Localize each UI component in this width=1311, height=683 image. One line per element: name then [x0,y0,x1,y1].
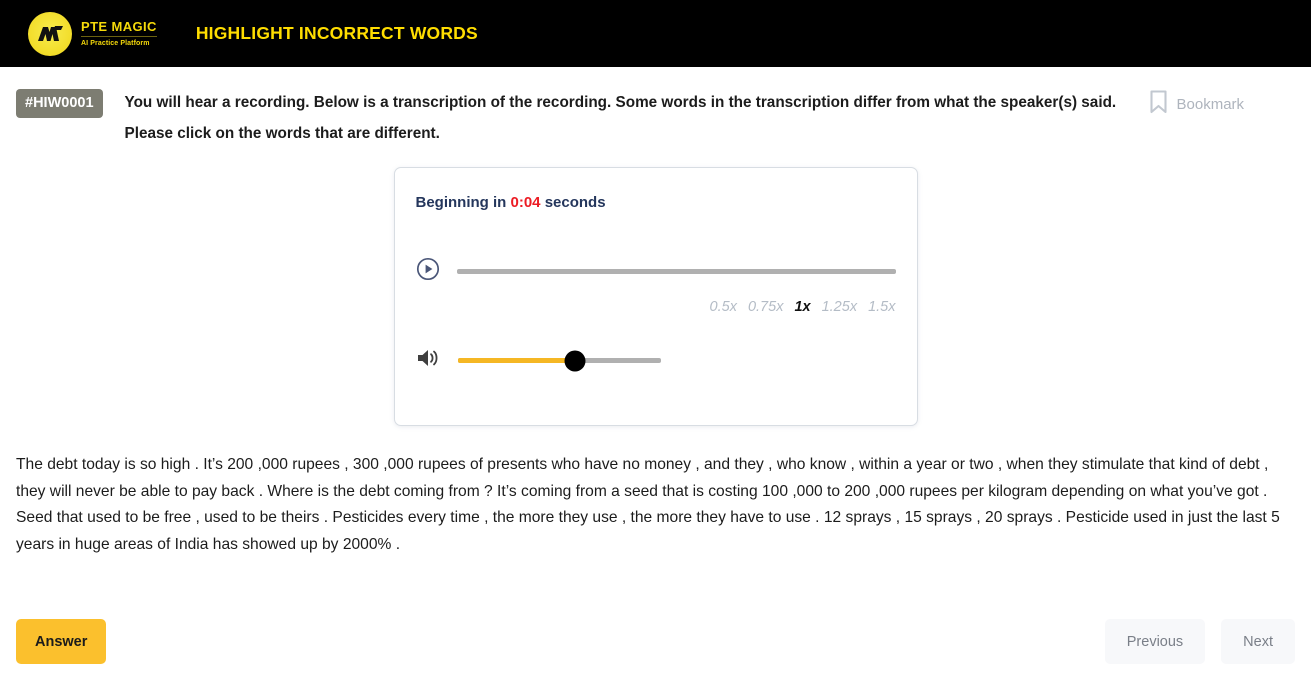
brand-name: PTE MAGIC [81,19,157,34]
pte-magic-logo-icon [28,11,72,56]
speed-option-1-25x[interactable]: 1.25x [822,299,857,315]
previous-button[interactable]: Previous [1104,619,1206,664]
next-button[interactable]: Next [1221,619,1295,664]
page-title: HIGHLIGHT INCORRECT WORDS [195,23,478,43]
speed-option-0-5x[interactable]: 0.5x [710,299,737,315]
instruction-row: #HIW0001 You will hear a recording. Belo… [0,67,1311,149]
speed-option-1-5x[interactable]: 1.5x [868,299,895,315]
volume-slider-fill [457,358,576,363]
bookmark-icon [1149,90,1168,119]
audio-player-area: Beginning in 0:04 seconds 0.5x 0.75x 1x … [0,167,1311,426]
speed-option-0-75x[interactable]: 0.75x [748,299,783,315]
brand-tagline: AI Practice Platform [81,36,157,47]
navigation-buttons: Previous Next [1104,619,1295,664]
answer-button[interactable]: Answer [16,619,107,664]
play-button-icon[interactable] [416,257,440,286]
volume-slider-thumb[interactable] [564,350,586,371]
volume-slider[interactable] [457,350,661,371]
volume-icon[interactable] [416,347,441,374]
playback-progress-slider[interactable] [456,269,896,274]
transcript-text[interactable]: The debt today is so high . It’s 200 ,00… [16,452,1295,558]
question-id-badge: #HIW0001 [16,89,103,118]
volume-row [416,347,897,374]
footer-bar: Answer Previous Next [0,600,1311,683]
brand-text: PTE MAGIC AI Practice Platform [81,20,157,47]
playback-speed-options: 0.5x 0.75x 1x 1.25x 1.5x [416,299,897,315]
app-header: PTE MAGIC AI Practice Platform HIGHLIGHT… [0,0,1311,67]
brand-logo[interactable]: PTE MAGIC AI Practice Platform [28,11,157,56]
countdown-status: Beginning in 0:04 seconds [416,194,897,211]
countdown-suffix: seconds [544,194,606,211]
audio-player-panel: Beginning in 0:04 seconds 0.5x 0.75x 1x … [393,167,918,426]
playback-progress-row [416,257,897,286]
countdown-time: 0:04 [510,194,541,211]
speed-option-1x[interactable]: 1x [794,299,810,315]
bookmark-button[interactable]: Bookmark [1149,90,1245,119]
instruction-text: You will hear a recording. Below is a tr… [124,94,1117,142]
countdown-prefix: Beginning in [415,194,507,211]
bookmark-label: Bookmark [1176,96,1245,113]
